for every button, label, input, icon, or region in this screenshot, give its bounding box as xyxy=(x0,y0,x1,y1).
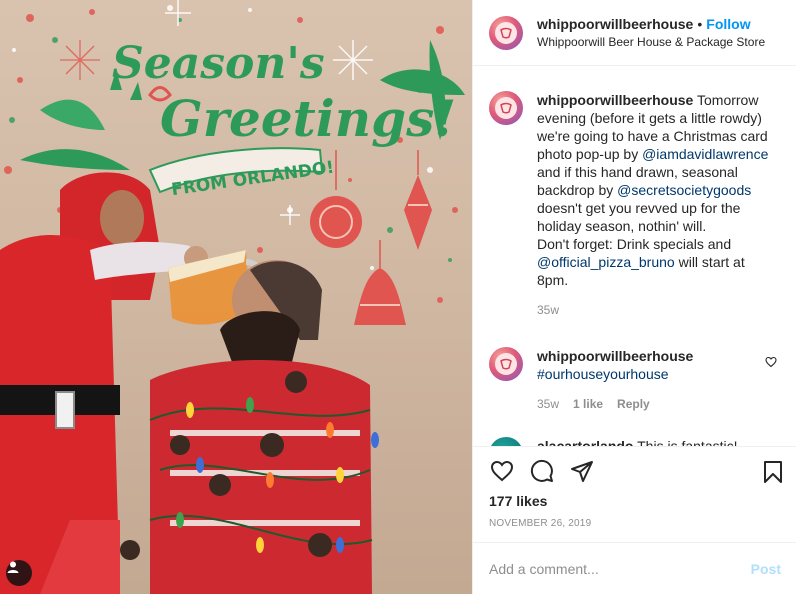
reply-button[interactable]: Reply xyxy=(617,395,650,413)
instagram-post-dialog: Season's Greetings! FROM ORLANDO! whippo… xyxy=(0,0,796,594)
comment-input[interactable] xyxy=(489,560,751,577)
mention-link-2[interactable]: @secretsocietygoods xyxy=(617,182,751,198)
user-tag-button[interactable] xyxy=(6,560,32,586)
comment-item: whippoorwillbeerhouse #ourhouseyourhouse… xyxy=(489,347,781,413)
user-tag-icon xyxy=(7,561,19,573)
post-comment-button[interactable]: Post xyxy=(751,561,781,577)
comment-body: whippoorwillbeerhouse #ourhouseyourhouse… xyxy=(537,347,777,413)
comment-avatar[interactable] xyxy=(489,437,523,446)
header-avatar[interactable] xyxy=(489,15,523,50)
bookmark-icon[interactable] xyxy=(761,459,785,485)
hashtag-link[interactable]: #ourhouseyourhouse xyxy=(537,366,669,382)
caption-comment: whippoorwillbeerhouse Tomorrow evening (… xyxy=(489,91,781,319)
comments-list[interactable]: whippoorwillbeerhouse Tomorrow evening (… xyxy=(473,67,796,446)
avatar-logo-icon xyxy=(495,21,517,44)
comment-avatar[interactable] xyxy=(489,347,523,381)
caption-avatar[interactable] xyxy=(489,91,523,125)
header-location[interactable]: Whippoorwill Beer House & Package Store xyxy=(537,33,765,51)
comment-text: This is fantastic! xyxy=(637,438,738,446)
comment-like-heart-icon[interactable] xyxy=(765,356,777,368)
comment-body: alacartorlando This is fantastic! xyxy=(537,437,777,446)
post-header: whippoorwillbeerhouse • Follow Whippoorwil… xyxy=(473,0,796,66)
comment-item: alacartorlando This is fantastic! xyxy=(489,437,781,446)
comment-meta: 35w 1 like Reply xyxy=(537,395,777,413)
comment-icon[interactable] xyxy=(529,459,555,483)
comment-username[interactable]: alacartorlando xyxy=(537,438,633,446)
header-username[interactable]: whippoorwillbeerhouse xyxy=(537,16,693,32)
like-heart-icon[interactable] xyxy=(489,459,515,483)
mention-link-1[interactable]: @iamdavidlawrence xyxy=(642,146,768,162)
likes-count[interactable]: 177 likes xyxy=(489,493,547,509)
caption-time[interactable]: 35w xyxy=(537,301,559,319)
caption-text-4: Don't forget: Drink specials and xyxy=(537,236,732,252)
artwork-title-2: Greetings! xyxy=(160,89,456,148)
header-text: whippoorwillbeerhouse • Follow Whippoorwil… xyxy=(537,15,765,51)
comment-username[interactable]: whippoorwillbeerhouse xyxy=(537,348,693,364)
comment-time[interactable]: 35w xyxy=(537,395,559,413)
caption-meta: 35w xyxy=(537,301,777,319)
post-photo[interactable]: Season's Greetings! FROM ORLANDO! xyxy=(0,0,472,594)
artwork-title-1: Season's xyxy=(112,38,325,89)
share-icon[interactable] xyxy=(569,459,595,483)
post-actions xyxy=(473,447,796,495)
caption-body: whippoorwillbeerhouse Tomorrow evening (… xyxy=(537,91,777,319)
comment-likes[interactable]: 1 like xyxy=(573,395,603,413)
header-separator: • xyxy=(697,15,703,32)
avatar-logo-icon xyxy=(495,353,517,375)
comment-composer: Post xyxy=(473,542,796,594)
caption-username[interactable]: whippoorwillbeerhouse xyxy=(537,92,693,108)
mention-link-3[interactable]: @official_pizza_bruno xyxy=(537,254,675,270)
follow-button[interactable]: Follow xyxy=(706,16,750,32)
post-side-panel: whippoorwillbeerhouse • Follow Whippoorwil… xyxy=(472,0,796,594)
photo-illustration: Season's Greetings! FROM ORLANDO! xyxy=(0,0,465,594)
avatar-logo-icon xyxy=(495,97,517,119)
caption-text-3: doesn't get you revved up for the holida… xyxy=(537,200,741,234)
post-date[interactable]: NOVEMBER 26, 2019 xyxy=(489,518,591,529)
